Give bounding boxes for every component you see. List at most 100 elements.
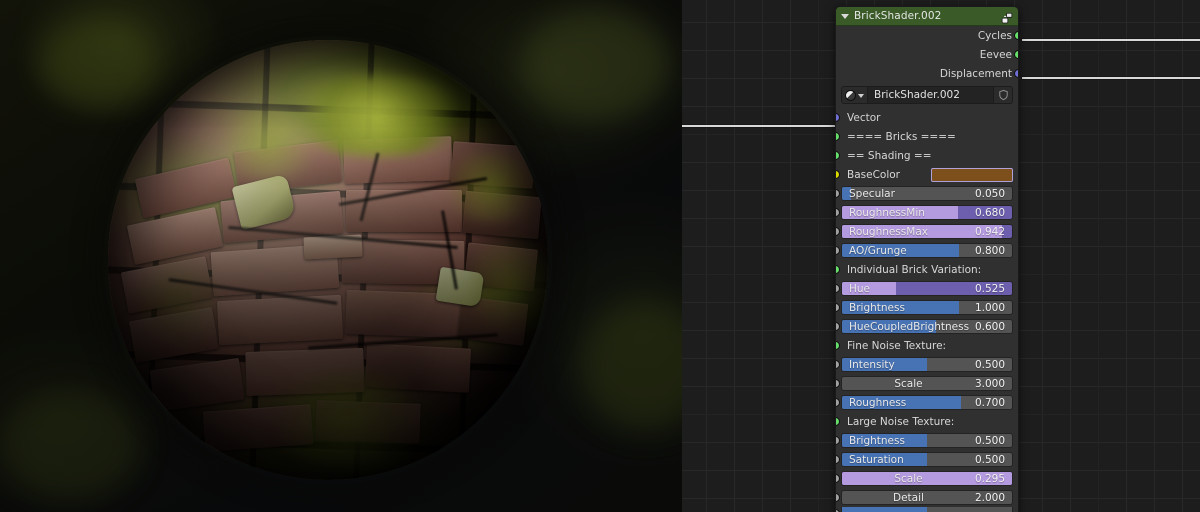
socket-eevee-icon[interactable] [1014, 50, 1018, 59]
hue-slider[interactable]: Hue 0.525 [841, 281, 1013, 296]
slider-label: Brightness [849, 301, 905, 314]
socket-separator-icon[interactable] [836, 417, 840, 426]
bokeh-light [0, 390, 140, 500]
shader-node-brickshader[interactable]: BrickShader.002 Cycles Eevee Displacemen… [835, 6, 1019, 512]
bokeh-light [520, 10, 670, 120]
large-scale-slider[interactable]: Scale 0.295 [841, 471, 1013, 486]
huecoupledbrightness-slider[interactable]: HueCoupledBrightness 0.600 [841, 319, 1013, 334]
node-input-separator-shading[interactable]: == Shading == [836, 146, 1018, 165]
node-input-hue[interactable]: Hue 0.525 [836, 279, 1018, 298]
slider-label: HueCoupledBrightness [849, 320, 970, 333]
socket-huecoupledbrightness-icon[interactable] [836, 322, 840, 331]
node-input-large-scale[interactable]: Scale 0.295 [836, 469, 1018, 488]
roughnessmax-slider[interactable]: RoughnessMax 0.942 [841, 224, 1013, 239]
triangle-down-icon[interactable] [841, 14, 849, 19]
node-input-huecoupledbrightness[interactable]: HueCoupledBrightness 0.600 [836, 317, 1018, 336]
wire-displacement-output [1022, 77, 1200, 79]
socket-roughnessmin-icon[interactable] [836, 208, 840, 217]
node-input-fine-roughness[interactable]: Roughness 0.700 [836, 393, 1018, 412]
node-input-vector[interactable]: Vector [836, 108, 1018, 127]
slider-label: Brightness [849, 434, 905, 447]
node-input-separator-fine-noise[interactable]: Fine Noise Texture: [836, 336, 1018, 355]
slider-value: 0.525 [974, 282, 1005, 295]
node-input-large-detail[interactable]: Detail 2.000 [836, 488, 1018, 507]
large-brightness-slider[interactable]: Brightness 0.500 [841, 433, 1013, 448]
slider-value: 0.680 [974, 206, 1005, 219]
node-input-fine-scale[interactable]: Scale 3.000 [836, 374, 1018, 393]
roughnessmin-slider[interactable]: RoughnessMin 0.680 [841, 205, 1013, 220]
basecolor-swatch[interactable] [931, 167, 1013, 182]
3d-viewport[interactable] [0, 0, 682, 512]
separator-label: ==== Bricks ==== [847, 130, 956, 143]
separator-label: Fine Noise Texture: [847, 339, 947, 352]
socket-separator-icon[interactable] [836, 132, 840, 141]
slider-label: Roughness [849, 396, 907, 409]
socket-vector-icon[interactable] [836, 113, 840, 122]
node-input-brightness[interactable]: Brightness 1.000 [836, 298, 1018, 317]
node-input-clipped-row[interactable] [836, 507, 1018, 512]
socket-hue-icon[interactable] [836, 284, 840, 293]
shader-editor[interactable]: BrickShader.002 Cycles Eevee Displacemen… [682, 0, 1200, 512]
socket-separator-icon[interactable] [836, 151, 840, 160]
fake-user-shield-button[interactable] [994, 86, 1013, 104]
node-input-separator-brick-variation[interactable]: Individual Brick Variation: [836, 260, 1018, 279]
material-preview-sphere[interactable] [108, 40, 548, 480]
separator-label: Large Noise Texture: [847, 415, 955, 428]
node-input-roughnessmax[interactable]: RoughnessMax 0.942 [836, 222, 1018, 241]
socket-large-scale-icon[interactable] [836, 474, 840, 483]
node-input-separator-large-noise[interactable]: Large Noise Texture: [836, 412, 1018, 431]
socket-basecolor-icon[interactable] [836, 170, 840, 179]
socket-large-brightness-icon[interactable] [836, 436, 840, 445]
socket-large-detail-icon[interactable] [836, 493, 840, 502]
ao-grunge-slider[interactable]: AO/Grunge 0.800 [841, 243, 1013, 258]
blender-window: BrickShader.002 Cycles Eevee Displacemen… [0, 0, 1200, 512]
large-detail-number-field[interactable]: Detail 2.000 [841, 490, 1013, 505]
socket-large-saturation-icon[interactable] [836, 455, 840, 464]
node-header[interactable]: BrickShader.002 [836, 7, 1018, 26]
node-group-name-input[interactable]: BrickShader.002 [868, 86, 994, 104]
node-group-browse-button[interactable] [841, 86, 868, 104]
brightness-slider[interactable]: Brightness 1.000 [841, 300, 1013, 315]
bokeh-light [38, 18, 158, 108]
slider-value: 0.050 [974, 187, 1005, 200]
socket-fine-roughness-icon[interactable] [836, 398, 840, 407]
slider-value: 0.600 [974, 320, 1005, 333]
slider-label: RoughnessMin [849, 206, 925, 219]
slider-label: Specular [849, 187, 895, 200]
separator-label: == Shading == [847, 149, 932, 162]
large-saturation-slider[interactable]: Saturation 0.500 [841, 452, 1013, 467]
node-input-separator-bricks[interactable]: ==== Bricks ==== [836, 127, 1018, 146]
node-input-intensity[interactable]: Intensity 0.500 [836, 355, 1018, 374]
node-input-basecolor[interactable]: BaseColor [836, 165, 1018, 184]
socket-roughnessmax-icon[interactable] [836, 227, 840, 236]
node-input-ao-grunge[interactable]: AO/Grunge 0.800 [836, 241, 1018, 260]
node-output-displacement[interactable]: Displacement [836, 64, 1018, 83]
node-input-large-brightness[interactable]: Brightness 0.500 [836, 431, 1018, 450]
slider-label: AO/Grunge [849, 244, 907, 257]
node-output-eevee[interactable]: Eevee [836, 45, 1018, 64]
socket-cycles-icon[interactable] [1014, 31, 1018, 40]
fine-roughness-slider[interactable]: Roughness 0.700 [841, 395, 1013, 410]
socket-ao-grunge-icon[interactable] [836, 246, 840, 255]
socket-displacement-icon[interactable] [1014, 69, 1018, 78]
node-output-cycles[interactable]: Cycles [836, 26, 1018, 45]
node-input-roughnessmin[interactable]: RoughnessMin 0.680 [836, 203, 1018, 222]
clipped-slider[interactable] [841, 507, 1013, 512]
slider-value: 0.500 [974, 453, 1005, 466]
node-input-specular[interactable]: Specular 0.050 [836, 184, 1018, 203]
input-label: Vector [847, 111, 881, 124]
socket-intensity-icon[interactable] [836, 360, 840, 369]
slider-value: 0.500 [974, 434, 1005, 447]
socket-separator-icon[interactable] [836, 265, 840, 274]
socket-fine-scale-icon[interactable] [836, 379, 840, 388]
node-group-link-icon[interactable] [1000, 10, 1014, 23]
intensity-slider[interactable]: Intensity 0.500 [841, 357, 1013, 372]
node-input-large-saturation[interactable]: Saturation 0.500 [836, 450, 1018, 469]
socket-separator-icon[interactable] [836, 341, 840, 350]
socket-specular-icon[interactable] [836, 189, 840, 198]
input-label: BaseColor [847, 168, 900, 181]
socket-brightness-icon[interactable] [836, 303, 840, 312]
fine-scale-number-field[interactable]: Scale 3.000 [841, 376, 1013, 391]
output-label: Displacement [939, 67, 1012, 80]
specular-slider[interactable]: Specular 0.050 [841, 186, 1013, 201]
